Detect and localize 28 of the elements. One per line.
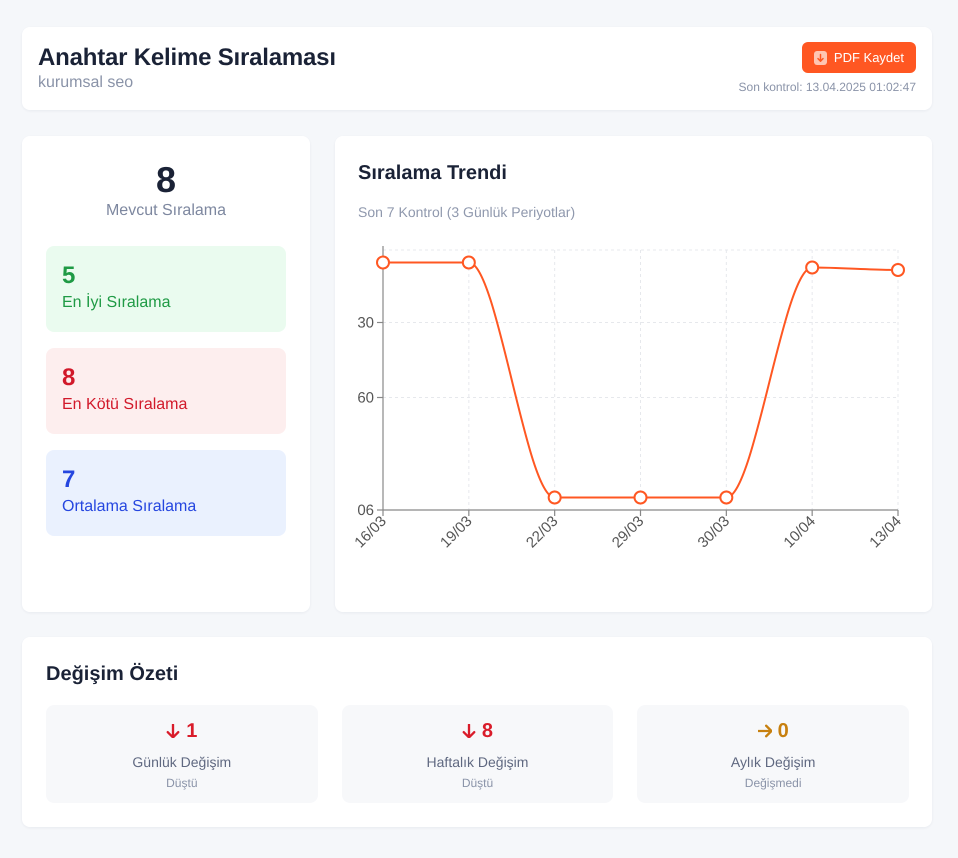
page-subtitle: kurumsal seo [38,73,134,93]
last-check-time: Son kontrol: 13.04.2025 01:02:47 [738,80,916,94]
change-status: Değişmedi [744,775,802,791]
current-rank-label: Mevcut Sıralama [106,201,226,221]
rank-stat-value: 7 [62,465,76,495]
rank-stat-label: En Kötü Sıralama [62,395,188,415]
change-value: 0 [778,719,789,744]
rank-stat-value: 5 [62,261,76,291]
chart-title: Sıralama Trendi [358,161,507,186]
change-label: Aylık Değişim [730,753,816,772]
section-title: Değişim Özeti [46,662,178,687]
chart-subtitle: Son 7 Kontrol (3 Günlük Periyotlar) [358,203,576,221]
rank-stat-label: Ortalama Sıralama [62,497,196,517]
change-value: 8 [482,719,494,744]
page-title: Anahtar Kelime Sıralaması [38,43,336,73]
y-tick-label: 06 [357,502,374,519]
change-label: Günlük Değişim [132,753,232,772]
change-status: Düştü [166,775,198,791]
change-label: Haftalık Değişim [426,753,528,772]
download-file-icon [814,50,827,64]
y-tick-label: 60 [357,390,374,406]
save-pdf-button[interactable]: PDF Kaydet [802,42,916,73]
rank-stat-label: En İyi Sıralama [62,292,170,313]
y-tick-label: 30 [357,314,374,332]
rank-stat-value: 8 [62,363,76,393]
change-value: 1 [186,719,198,744]
change-status: Düştü [462,775,494,791]
current-rank-value: 8 [156,160,176,200]
